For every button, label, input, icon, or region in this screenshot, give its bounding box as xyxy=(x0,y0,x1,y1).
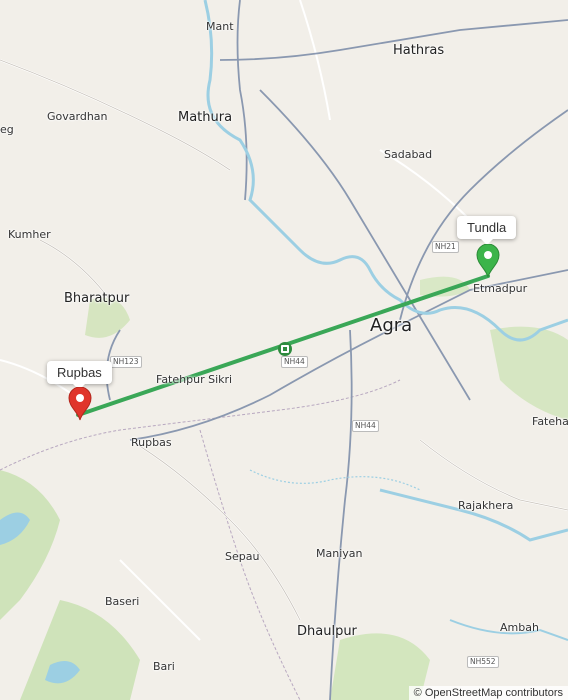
route-layer xyxy=(76,274,490,417)
map-attribution[interactable]: © OpenStreetMap contributors xyxy=(408,686,568,700)
road-shield-nh44: NH44 xyxy=(352,420,379,432)
place-label-kumher: Kumher xyxy=(8,228,51,241)
map-pin-green-icon xyxy=(476,243,500,278)
place-label-fatehpur-sikri: Fatehpur Sikri xyxy=(156,373,233,386)
end-marker[interactable] xyxy=(476,243,500,278)
place-label-govardhan: Govardhan xyxy=(47,110,108,123)
start-marker-tooltip: Rupbas xyxy=(47,361,112,390)
map-pin-red-icon xyxy=(68,386,92,421)
route-midpoint-icon xyxy=(278,342,292,356)
road-shield-nh552: NH552 xyxy=(467,656,499,668)
place-label-hathras: Hathras xyxy=(393,43,445,58)
place-label-dhaulpur: Dhaulpur xyxy=(297,624,357,639)
place-label-etmadpur: Etmadpur xyxy=(473,282,528,295)
place-label-bari: Bari xyxy=(153,660,175,673)
place-label-bharatpur: Bharatpur xyxy=(64,291,130,306)
place-label-mathura: Mathura xyxy=(178,110,233,125)
map-canvas[interactable]: Mant Hathras Govardhan Mathura eg Sadaba… xyxy=(0,0,568,700)
place-label-rajakhera: Rajakhera xyxy=(458,499,514,512)
place-label-agra: Agra xyxy=(370,315,413,336)
start-marker[interactable] xyxy=(68,386,92,421)
road-shield-nh123: NH123 xyxy=(110,356,142,368)
place-label-eg: eg xyxy=(0,123,14,136)
road-shield-nh21: NH21 xyxy=(432,241,459,253)
place-label-sadabad: Sadabad xyxy=(384,148,433,161)
place-label-rupbas: Rupbas xyxy=(131,436,172,449)
road-shield-nh44: NH44 xyxy=(281,356,308,368)
end-marker-tooltip: Tundla xyxy=(457,216,517,245)
place-label-sepau: Sepau xyxy=(225,550,260,563)
place-label-mant: Mant xyxy=(206,20,234,33)
place-label-ambah: Ambah xyxy=(500,621,539,634)
place-label-baseri: Baseri xyxy=(105,595,140,608)
place-label-fatehab: Fatehab xyxy=(532,415,568,428)
place-label-maniyan: Maniyan xyxy=(316,547,363,560)
